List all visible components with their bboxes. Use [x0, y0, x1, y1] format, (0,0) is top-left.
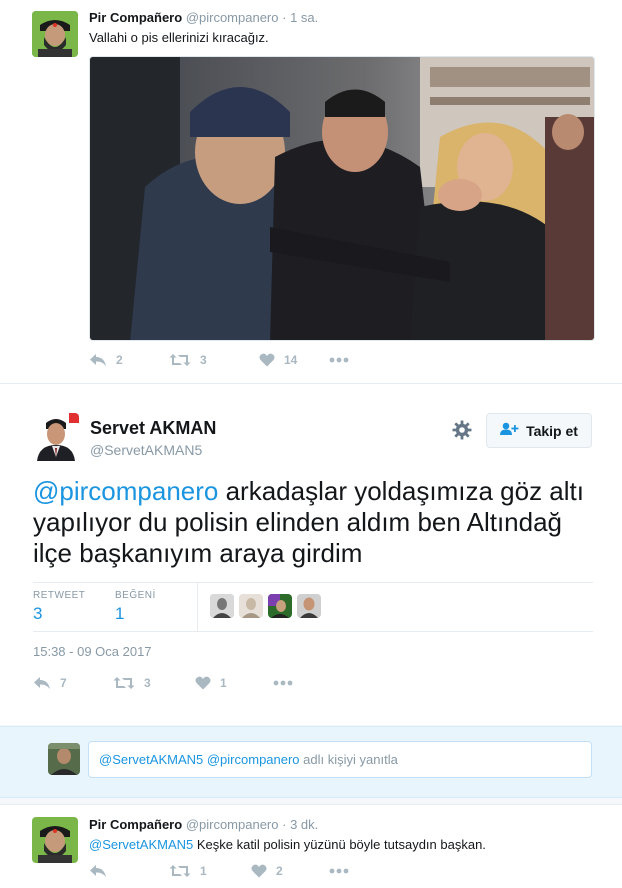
more-action[interactable]	[273, 680, 293, 686]
avatar-servet[interactable]	[33, 413, 79, 461]
reply-placeholder: adlı kişiyi yanıtla	[299, 752, 398, 767]
reply-icon	[89, 353, 107, 367]
like-count: 2	[276, 864, 283, 878]
author-name[interactable]: Pir Compañero	[89, 10, 182, 25]
author-name[interactable]: Pir Compañero	[89, 817, 182, 832]
tweet-time[interactable]: · 3 dk.	[282, 817, 318, 832]
reply-action[interactable]: 2	[89, 353, 169, 367]
retweet-icon	[169, 353, 191, 367]
tweet-body: Keşke katil polisin yüzünü böyle tutsayd…	[193, 837, 486, 852]
reply-action[interactable]: 7	[33, 676, 113, 690]
mention-link[interactable]: @ServetAKMAN5	[89, 837, 193, 852]
more-action[interactable]	[329, 357, 349, 363]
more-dots-icon	[273, 680, 293, 686]
retweet-count: 3	[144, 676, 151, 690]
liker-avatar[interactable]	[239, 594, 263, 618]
more-dots-icon	[329, 357, 349, 363]
more-action[interactable]	[329, 868, 349, 874]
heart-icon	[251, 864, 267, 878]
tweet-actions: 2 3 14	[89, 353, 349, 367]
like-stat-value[interactable]: 1	[115, 604, 124, 624]
reply-input[interactable]: @ServetAKMAN5 @pircompanero adlı kişiyi …	[88, 741, 592, 778]
tweet-timestamp[interactable]: 15:38 - 09 Oca 2017	[33, 644, 152, 659]
liker-avatar[interactable]	[210, 594, 234, 618]
mention-link[interactable]: @pircompanero	[33, 476, 218, 506]
retweet-stat-label: RETWEET	[33, 590, 86, 601]
like-action[interactable]: 14	[259, 353, 329, 367]
add-user-icon	[500, 422, 520, 439]
follow-button[interactable]: Takip et	[486, 413, 592, 448]
retweet-icon	[169, 864, 191, 878]
tweet-text: Vallahi o pis ellerinizi kıracağız.	[89, 30, 269, 45]
liker-avatar[interactable]	[297, 594, 321, 618]
retweet-count: 1	[200, 864, 207, 878]
reply-icon	[33, 676, 51, 690]
tweet-header: Pir Compañero @pircompanero · 3 dk.	[89, 817, 318, 832]
retweet-stat-value[interactable]: 3	[33, 604, 42, 624]
like-count: 14	[284, 353, 298, 367]
tweet-header: Pir Compañero @pircompanero · 1 sa.	[89, 10, 318, 25]
tweet-actions: 1 2	[89, 864, 349, 878]
tweet-text: @ServetAKMAN5 Keşke katil polisin yüzünü…	[89, 837, 486, 852]
reply-action[interactable]	[89, 864, 169, 878]
reply-icon	[89, 864, 107, 878]
retweet-action[interactable]: 3	[169, 353, 259, 367]
main-tweet-text: @pircompanero arkadaşlar yoldaşımıza göz…	[33, 476, 593, 569]
more-dots-icon	[329, 868, 349, 874]
heart-icon	[195, 676, 211, 690]
gear-icon[interactable]	[452, 420, 472, 445]
like-action[interactable]: 2	[251, 864, 329, 878]
heart-icon	[259, 353, 275, 367]
reply-mention-2: @pircompanero	[206, 752, 300, 767]
reply-count: 7	[60, 676, 67, 690]
main-tweet-actions: 7 3 1	[33, 676, 293, 690]
avatar-pir[interactable]	[32, 11, 78, 57]
main-author-handle[interactable]: @ServetAKMAN5	[90, 442, 202, 458]
like-stat-label: BEĞENİ	[115, 590, 156, 601]
avatar-pir[interactable]	[32, 817, 78, 863]
reply-mention-1: @ServetAKMAN5	[99, 752, 204, 767]
liker-avatar[interactable]	[268, 594, 292, 618]
retweet-action[interactable]: 1	[169, 864, 251, 878]
follow-label: Takip et	[526, 422, 578, 439]
author-handle[interactable]: @pircompanero	[186, 817, 279, 832]
main-author-name[interactable]: Servet AKMAN	[90, 418, 216, 439]
like-count: 1	[220, 676, 227, 690]
like-action[interactable]: 1	[195, 676, 273, 690]
tweet-photo[interactable]	[89, 56, 595, 341]
retweet-icon	[113, 676, 135, 690]
retweet-action[interactable]: 3	[113, 676, 195, 690]
reply-count: 2	[116, 353, 123, 367]
current-user-avatar[interactable]	[48, 743, 80, 775]
stats-divider	[197, 583, 198, 631]
tweet-time[interactable]: · 1 sa.	[282, 10, 318, 25]
author-handle[interactable]: @pircompanero	[186, 10, 279, 25]
retweet-count: 3	[200, 353, 207, 367]
